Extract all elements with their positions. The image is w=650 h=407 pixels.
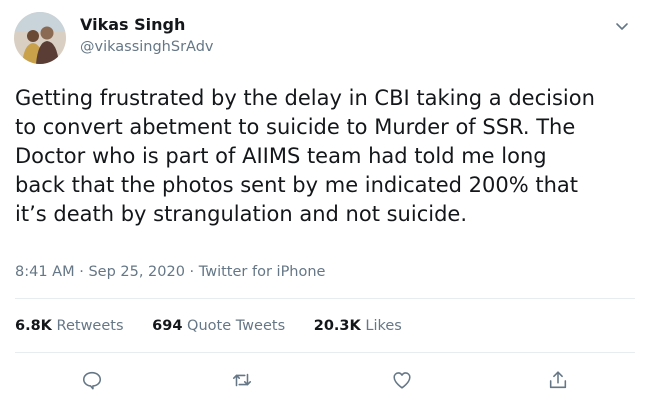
tweet-source[interactable]: Twitter for iPhone [199, 264, 326, 280]
action-bar [0, 367, 650, 397]
tweet-stats: 6.8K Retweets 694 Quote Tweets 20.3K Lik… [15, 316, 426, 336]
meta-separator: · [184, 264, 199, 280]
reply-icon [82, 371, 102, 390]
share-icon [549, 371, 567, 389]
reply-button[interactable] [79, 367, 105, 393]
avatar[interactable] [14, 12, 66, 64]
avatar-photo [14, 12, 66, 64]
likes-label: Likes [365, 318, 402, 334]
likes-count: 20.3K [313, 318, 361, 334]
chevron-down-icon[interactable] [614, 18, 630, 34]
author-handle[interactable]: @vikassinghSrAdv [80, 38, 213, 56]
quote-tweets-count: 694 [152, 318, 183, 334]
like-icon [393, 372, 411, 389]
retweets-label: Retweets [56, 318, 124, 334]
tweet-date[interactable]: Sep 25, 2020 [88, 264, 185, 280]
retweet-button[interactable] [229, 367, 255, 393]
tweet-text: Getting frustrated by the delay in CBI t… [15, 86, 595, 226]
quote-tweets-stat[interactable]: 694 Quote Tweets [152, 316, 285, 336]
like-button[interactable] [389, 367, 415, 393]
divider [15, 298, 635, 299]
divider [15, 352, 635, 353]
likes-stat[interactable]: 20.3K Likes [314, 316, 402, 336]
tweet-meta: 8:41 AM · Sep 25, 2020 · Twitter for iPh… [15, 262, 325, 282]
retweets-stat[interactable]: 6.8K Retweets [15, 316, 124, 336]
author-name[interactable]: Vikas Singh [80, 15, 185, 35]
share-button[interactable] [545, 367, 571, 393]
retweet-icon [232, 373, 252, 387]
tweet-time[interactable]: 8:41 AM [15, 264, 75, 280]
quote-tweets-label: Quote Tweets [187, 318, 286, 334]
meta-separator: · [74, 264, 89, 280]
retweets-count: 6.8K [15, 318, 52, 334]
